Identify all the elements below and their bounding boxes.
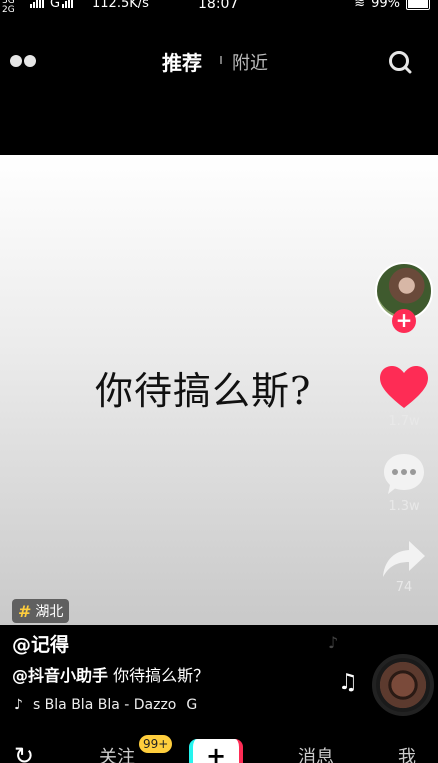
comment-count: 1.3w <box>388 499 420 514</box>
floating-note-icon: ♪ <box>328 633 339 652</box>
network-speed: 112.5K/s <box>92 0 149 11</box>
music-title-tail: G <box>186 697 198 713</box>
tab-follow[interactable]: 关注 <box>99 743 135 763</box>
like-count: 1.7w <box>388 414 420 429</box>
tiktok-note-icon: ♪ <box>14 697 23 713</box>
description-text: 你待搞么斯？ <box>113 666 210 685</box>
network-g-label: G <box>50 0 61 11</box>
comment-icon[interactable] <box>382 452 426 496</box>
tab-separator <box>220 56 222 64</box>
hashtag-icon: # <box>18 601 32 621</box>
network-bottom-label: 2G <box>2 5 15 15</box>
refresh-icon[interactable]: ↻ <box>14 742 34 763</box>
create-button[interactable]: + <box>189 739 243 763</box>
follow-plus-button[interactable]: + <box>392 309 416 333</box>
share-count: 74 <box>395 580 413 595</box>
status-bar: 3G 2G G 112.5K/s 18:07 ≋ 99% <box>0 0 438 20</box>
battery-icon <box>406 0 430 10</box>
network-type: 3G 2G <box>2 0 26 15</box>
music-note-icon: ♫ <box>338 670 358 695</box>
signal-icon <box>30 0 44 8</box>
post-description: @抖音小助手 你待搞么斯？ <box>12 662 209 686</box>
location-label: 湖北 <box>35 604 64 620</box>
clock: 18:07 <box>198 0 239 12</box>
wifi-icon: ≋ <box>354 0 366 11</box>
live-icon[interactable] <box>10 55 36 67</box>
signal-icon-2 <box>62 0 73 8</box>
follow-badge: 99+ <box>139 735 173 753</box>
tab-nearby[interactable]: 附近 <box>232 49 268 75</box>
location-tag[interactable]: # 湖北 <box>12 599 70 623</box>
share-arrow-icon[interactable] <box>381 539 427 579</box>
tab-recommended[interactable]: 推荐 <box>162 47 202 76</box>
search-icon[interactable] <box>388 50 412 74</box>
battery-percent: 99% <box>371 0 400 11</box>
like-heart-icon[interactable] <box>380 366 428 410</box>
top-nav: 推荐 附近 <box>0 20 438 155</box>
mention-link[interactable]: @抖音小助手 <box>12 666 108 685</box>
tab-me[interactable]: 我 <box>398 743 416 763</box>
music-title: s Bla Bla Bla - Dazzo <box>32 697 177 713</box>
bottom-tab-bar: ↻ 关注 99+ + 消息 我 <box>0 725 438 763</box>
music-marquee[interactable]: ♪ s Bla Bla Bla - Dazzo G <box>14 697 197 713</box>
music-disc[interactable] <box>372 654 434 716</box>
tab-messages[interactable]: 消息 <box>298 743 334 763</box>
status-right: ≋ 99% <box>354 0 430 11</box>
author-username[interactable]: @记得 <box>12 630 69 657</box>
video-caption: 你待搞么斯? <box>95 369 312 413</box>
